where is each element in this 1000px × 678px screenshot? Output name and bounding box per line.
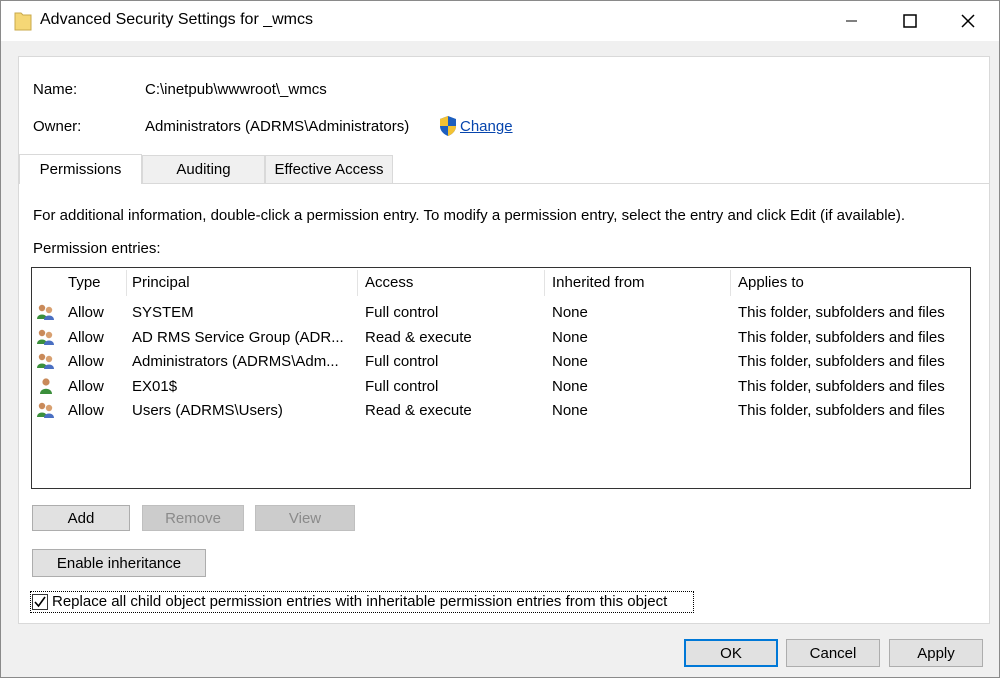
cell-principal: SYSTEM	[132, 304, 194, 321]
cell-applies-to: This folder, subfolders and files	[738, 402, 945, 420]
table-row[interactable]: Allow SYSTEM Full control None This folder, …	[32, 300, 970, 325]
apply-button[interactable]: Apply	[889, 639, 983, 667]
cell-inherited-from: None	[552, 304, 588, 321]
tab-permissions[interactable]: Permissions	[19, 154, 142, 184]
column-separator[interactable]	[730, 270, 731, 296]
name-value: C:\inetpub\wwwroot\_wmcs	[145, 81, 327, 98]
tab-bar: Permissions Auditing Effective Access	[19, 154, 989, 184]
close-icon	[961, 14, 975, 28]
cell-type: Allow	[68, 377, 104, 395]
permission-entries-label: Permission entries:	[33, 240, 161, 257]
title-bar[interactable]: Advanced Security Settings for _wmcs	[1, 1, 999, 41]
cell-type: Allow	[68, 353, 104, 371]
tab-auditing[interactable]: Auditing	[142, 155, 265, 183]
column-separator[interactable]	[357, 270, 358, 296]
cancel-button[interactable]: Cancel	[786, 639, 880, 667]
cell-applies-to: This folder, subfolders and files	[738, 353, 945, 371]
remove-button[interactable]: Remove	[142, 505, 244, 531]
cell-applies-to: This folder, subfolders and files	[738, 377, 945, 395]
enable-inheritance-label: Enable inheritance	[56, 554, 182, 572]
checkmark-icon	[34, 596, 46, 608]
single-user-icon	[40, 378, 52, 394]
cell-access: Read & execute	[365, 328, 472, 346]
minimize-icon	[846, 20, 857, 22]
column-header-access[interactable]: Access	[359, 268, 543, 298]
window-title: Advanced Security Settings for _wmcs	[40, 11, 314, 28]
apply-button-label: Apply	[917, 644, 955, 662]
group-users-icon	[37, 403, 54, 419]
view-button-label: View	[288, 509, 322, 527]
cell-applies-to: This folder, subfolders and files	[738, 328, 945, 346]
main-panel: Name: C:\inetpub\wwwroot\_wmcs Owner: Ad…	[18, 56, 990, 624]
minimize-button[interactable]	[823, 1, 881, 41]
cell-principal: AD RMS Service Group (ADR...	[132, 328, 344, 346]
change-owner-link[interactable]: Change	[460, 118, 513, 135]
uac-shield-icon	[440, 116, 456, 136]
cell-principal: Users (ADRMS\Users)	[132, 402, 283, 420]
table-row[interactable]: Allow AD RMS Service Group (ADR... Read & …	[32, 325, 970, 350]
cell-type: Allow	[68, 328, 104, 346]
ok-button[interactable]: OK	[684, 639, 778, 667]
folder-icon	[14, 12, 32, 31]
group-users-icon	[37, 304, 54, 320]
column-header-inherited-from[interactable]: Inherited from	[546, 268, 730, 298]
name-label: Name:	[33, 81, 78, 98]
replace-child-permissions-label: Replace all child object permission entr…	[52, 593, 668, 610]
cell-principal: Administrators (ADRMS\Adm...	[132, 353, 339, 371]
cell-inherited-from: None	[552, 402, 588, 420]
remove-button-label: Remove	[165, 509, 221, 527]
add-button[interactable]: Add	[32, 505, 130, 531]
add-button-label: Add	[67, 509, 95, 527]
tab-effective-access[interactable]: Effective Access	[265, 155, 393, 183]
permission-entries-list[interactable]: Type Principal Access Inherited from App…	[31, 267, 971, 489]
column-separator[interactable]	[544, 270, 545, 296]
owner-label: Owner:	[33, 118, 82, 135]
column-header-type[interactable]: Type	[62, 268, 126, 298]
cell-inherited-from: None	[552, 328, 588, 346]
info-text: For additional information, double-click…	[33, 207, 906, 224]
group-users-icon	[37, 329, 54, 345]
table-row[interactable]: Allow Administrators (ADRMS\Adm... Full co…	[32, 349, 970, 374]
cell-inherited-from: None	[552, 377, 588, 395]
cell-access: Full control	[365, 304, 439, 321]
cell-access: Read & execute	[365, 402, 472, 420]
cell-type: Allow	[68, 304, 104, 321]
maximize-button[interactable]	[881, 1, 939, 41]
cell-access: Full control	[365, 353, 439, 371]
cell-access: Full control	[365, 377, 439, 395]
maximize-icon	[903, 14, 917, 28]
replace-child-permissions-checkbox[interactable]	[32, 594, 48, 610]
cell-principal: EX01$	[132, 377, 178, 395]
cell-applies-to: This folder, subfolders and files	[738, 304, 945, 321]
tab-divider	[19, 183, 989, 184]
cell-type: Allow	[68, 402, 104, 420]
table-row[interactable]: Allow Users (ADRMS\Users) Read & execute No…	[32, 398, 970, 423]
ok-button-label: OK	[720, 644, 742, 662]
close-button[interactable]	[939, 1, 997, 41]
column-header-principal[interactable]: Principal	[126, 268, 356, 298]
owner-value: Administrators (ADRMS\Administrators)	[145, 118, 410, 135]
cell-inherited-from: None	[552, 353, 588, 371]
group-users-icon	[37, 353, 54, 370]
security-settings-window: Advanced Security Settings for _wmcs Nam…	[0, 0, 1000, 678]
table-row[interactable]: Allow EX01$ Full control None This folder, s…	[32, 374, 970, 399]
replace-child-permissions-option[interactable]: Replace all child object permission entr…	[30, 591, 694, 613]
view-button[interactable]: View	[255, 505, 355, 531]
cancel-button-label: Cancel	[809, 644, 857, 662]
column-header-applies-to[interactable]: Applies to	[732, 268, 968, 298]
enable-inheritance-button[interactable]: Enable inheritance	[32, 549, 206, 577]
